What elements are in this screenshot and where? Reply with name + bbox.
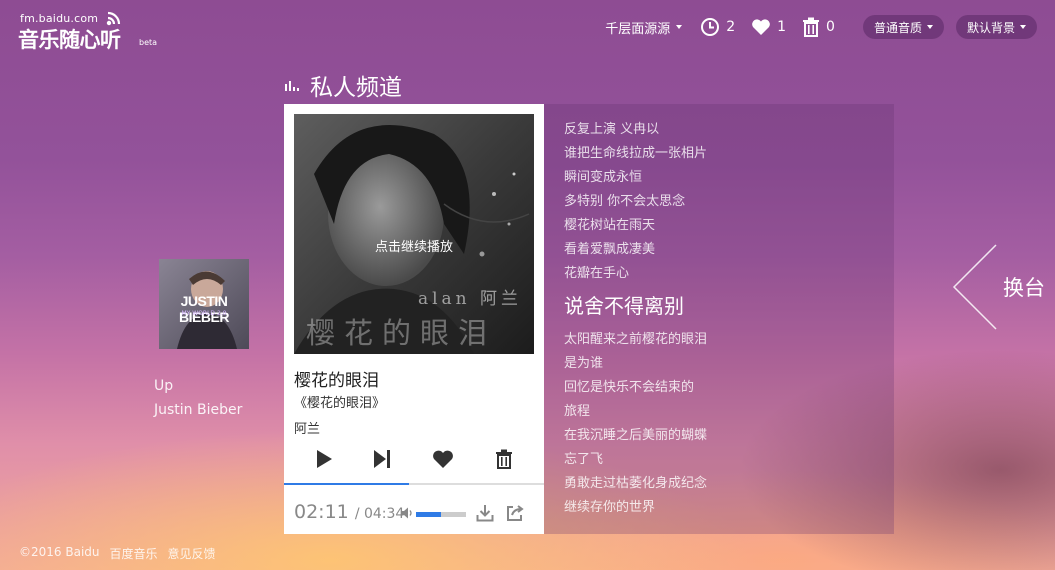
lyric-line: 旅程: [564, 404, 591, 419]
liked-count: 1: [777, 19, 787, 35]
copyright: ©2016 Baidu: [19, 545, 100, 559]
trash-count: 0: [826, 19, 835, 35]
volume-icon[interactable]: [400, 506, 414, 520]
channel-header: 私人频道: [284, 68, 402, 102]
progress-bar[interactable]: [284, 483, 544, 485]
heart-icon: [752, 19, 770, 35]
play-button[interactable]: [311, 446, 337, 472]
volume-slider[interactable]: [416, 512, 466, 517]
equalizer-icon: [285, 81, 299, 91]
baidu-music-link[interactable]: 百度音乐: [110, 545, 158, 562]
play-icon: [317, 450, 332, 468]
previous-song-cover[interactable]: JUSTIN BIEBER MY WORLD 2.0: [159, 259, 249, 349]
top-nav: 千层面源源 2 1 0 普通音质 默认背景: [605, 14, 1037, 40]
volume-fill: [416, 512, 441, 517]
download-icon[interactable]: [476, 504, 494, 522]
lyric-line: 继续存你的世界: [564, 500, 656, 513]
album-cover[interactable]: 点击继续播放 alan 阿兰 樱花的眼泪: [294, 114, 534, 354]
progress-fill: [284, 483, 409, 485]
lyric-line: 反复上演 义冉以: [564, 122, 660, 137]
time-display: 02:11 / 04:34: [294, 501, 404, 523]
lyric-line: 在我沉睡之后美丽的蝴蝶: [564, 428, 708, 443]
current-lyric-line: 说舍不得离别: [564, 294, 684, 318]
quality-dropdown[interactable]: 普通音质: [862, 15, 944, 39]
player-card: 点击继续播放 alan 阿兰 樱花的眼泪 樱花的眼泪 《樱花的眼泪》 阿兰 02…: [284, 104, 544, 534]
source-label: 千层面源源: [605, 21, 671, 37]
total-time: / 04:34: [354, 506, 405, 522]
song-album[interactable]: 《樱花的眼泪》: [294, 392, 385, 411]
next-channel-label: 换台: [1003, 276, 1045, 300]
chevron-left-icon: [952, 244, 997, 330]
previous-cover-subtext: MY WORLD 2.0: [181, 310, 227, 317]
history-count: 2: [726, 19, 736, 35]
history-button[interactable]: 2: [700, 17, 735, 37]
lyric-line: 瞬间变成永恒: [564, 170, 643, 185]
trash-icon: [496, 449, 512, 469]
lyric-line: 看着爱飘成凄美: [564, 242, 656, 257]
caret-down-icon: [926, 25, 933, 29]
previous-song-artist[interactable]: Justin Bieber: [154, 402, 242, 418]
lyric-line: 勇敢走过枯萎化身成纪念: [564, 476, 708, 491]
next-channel-button[interactable]: 换台: [950, 244, 1055, 330]
cover-title-text: 樱花的眼泪: [306, 316, 497, 350]
previous-cover-text: JUSTIN BIEBER: [179, 293, 229, 325]
lyric-line: 樱花树站在雨天: [564, 218, 656, 233]
clock-icon: [701, 18, 720, 36]
lyric-line: 太阳醒来之前樱花的眼泪: [564, 332, 708, 347]
elapsed-time: 02:11: [294, 501, 349, 523]
source-dropdown[interactable]: 千层面源源: [605, 18, 683, 37]
continue-play-overlay[interactable]: 点击继续播放: [294, 236, 534, 255]
lyric-line: 花瓣在手心: [564, 266, 630, 281]
next-track-icon: [374, 450, 390, 468]
heart-icon: [433, 450, 453, 468]
footer: ©2016 Baidu 百度音乐 意见反馈: [19, 545, 216, 562]
background-dropdown[interactable]: 默认背景: [955, 15, 1037, 39]
lyric-line: 多特别 你不会太思念: [564, 194, 686, 209]
lyric-line: 谁把生命线拉成一张相片: [564, 146, 708, 161]
quality-label: 普通音质: [873, 20, 922, 35]
liked-button[interactable]: 1: [751, 18, 786, 36]
previous-song-title[interactable]: Up: [154, 378, 173, 394]
like-button[interactable]: [430, 446, 456, 472]
next-track-button[interactable]: [369, 446, 395, 472]
trash-icon: [803, 17, 820, 37]
delete-button[interactable]: [491, 446, 517, 472]
logo-name: 音乐随心听: [18, 28, 121, 52]
song-artist[interactable]: 阿兰: [294, 418, 320, 437]
share-icon[interactable]: [506, 504, 524, 522]
playback-controls: [294, 444, 534, 474]
lyric-line: 忘了飞: [564, 452, 604, 467]
cover-artist-text: alan 阿兰: [417, 289, 522, 309]
background-label: 默认背景: [966, 20, 1015, 35]
beta-badge: beta: [139, 38, 158, 47]
lyric-line: 是为谁: [564, 356, 604, 371]
trash-button[interactable]: 0: [802, 17, 835, 37]
feedback-link[interactable]: 意见反馈: [168, 545, 216, 562]
lyric-line: 回忆是快乐不会结束的: [564, 380, 695, 395]
lyrics-scroll[interactable]: 反复上演 义冉以 谁把生命线拉成一张相片 瞬间变成永恒 多特别 你不会太思念 樱…: [564, 118, 884, 513]
lyrics-panel: 反复上演 义冉以 谁把生命线拉成一张相片 瞬间变成永恒 多特别 你不会太思念 樱…: [544, 104, 894, 534]
caret-down-icon: [1020, 25, 1026, 29]
channel-title: 私人频道: [310, 75, 402, 101]
logo[interactable]: fm.baidu.com 音乐随心听 beta: [18, 10, 157, 52]
song-title: 樱花的眼泪: [294, 371, 379, 391]
caret-down-icon: [676, 25, 683, 29]
